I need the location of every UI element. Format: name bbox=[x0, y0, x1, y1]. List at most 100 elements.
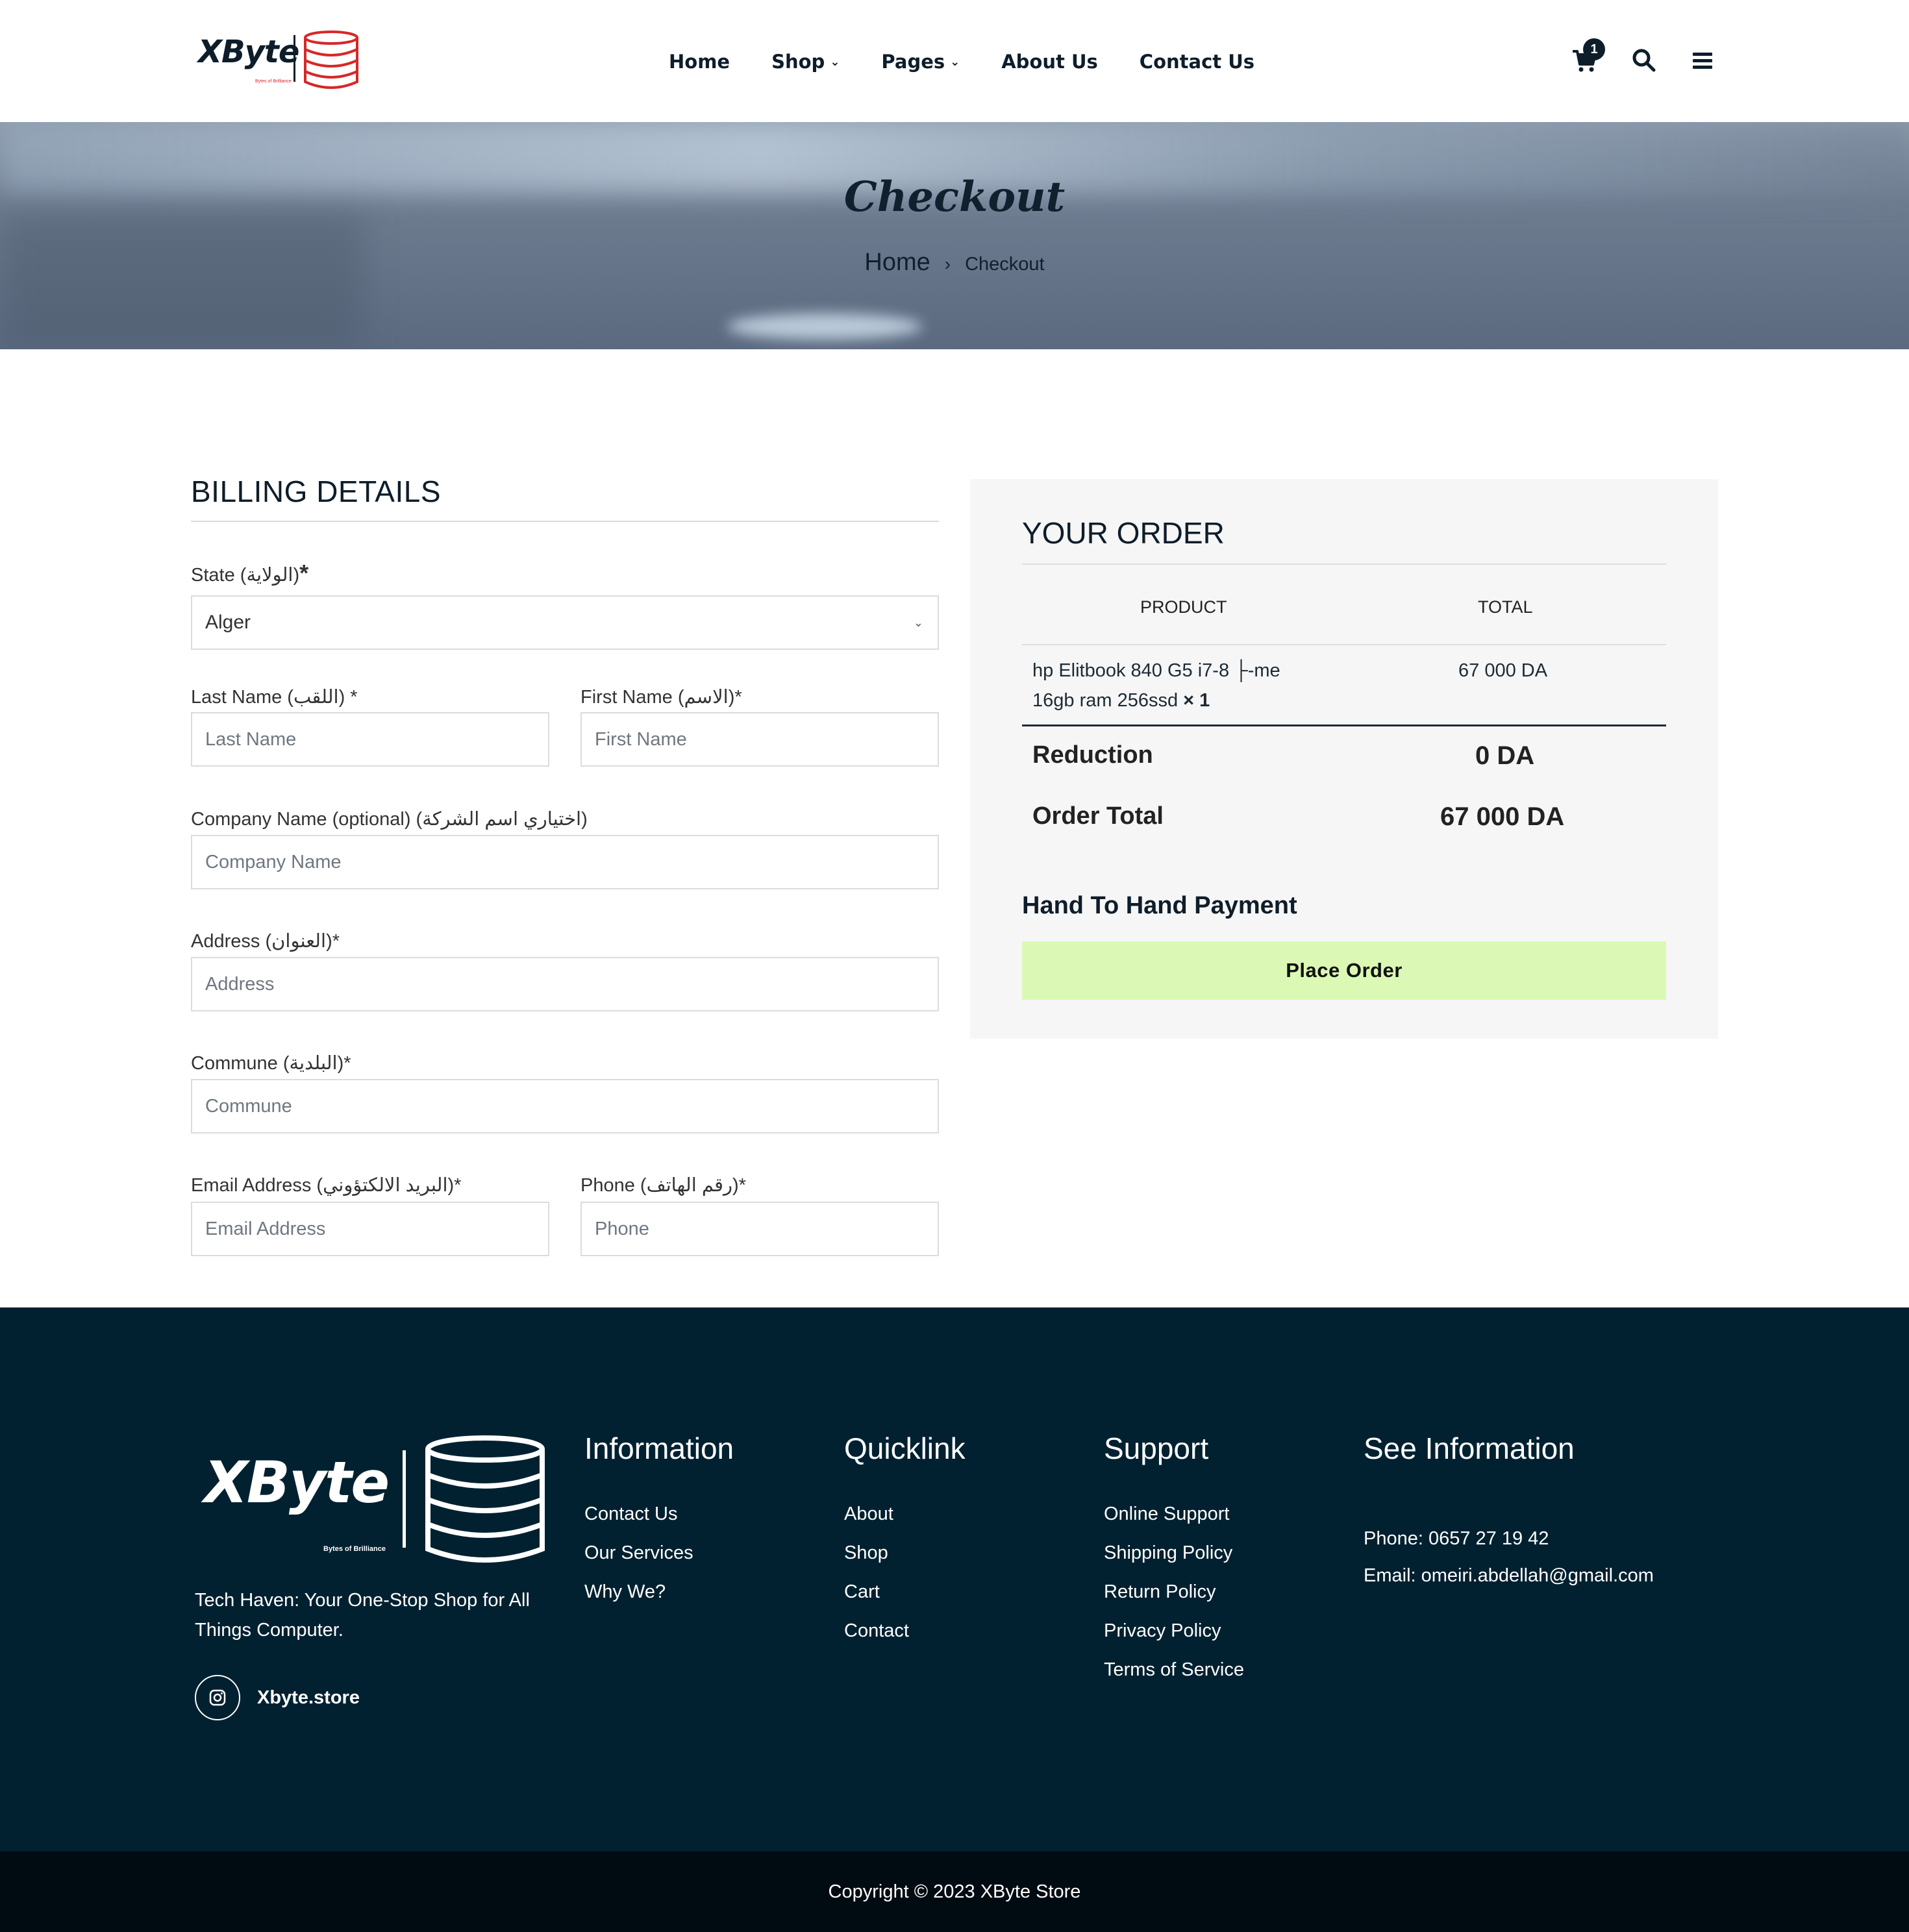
state-label: State (الولاية)* bbox=[191, 560, 309, 586]
main-nav: Home Shop ⌄ Pages ⌄ About Us Contact Us bbox=[669, 45, 1296, 78]
footer-logo-divider bbox=[403, 1450, 406, 1548]
last-name-field[interactable]: Last Name bbox=[191, 712, 549, 767]
footer-link-shipping-policy[interactable]: Shipping Policy bbox=[1104, 1533, 1244, 1572]
footer-link-privacy-policy[interactable]: Privacy Policy bbox=[1104, 1611, 1244, 1650]
footer-link-why-we[interactable]: Why We? bbox=[584, 1572, 734, 1611]
footer-link-contact-us[interactable]: Contact Us bbox=[584, 1494, 734, 1533]
breadcrumb: Home › Checkout bbox=[0, 249, 1909, 277]
cart-button[interactable]: 1 bbox=[1571, 38, 1605, 76]
billing-details-form: BILLING DETAILS bbox=[191, 474, 939, 522]
footer-link-online-support[interactable]: Online Support bbox=[1104, 1494, 1244, 1533]
address-label: Address (العنوان)* bbox=[191, 931, 340, 952]
reduction-label: Reduction bbox=[1032, 741, 1153, 769]
required-mark: * bbox=[299, 560, 309, 586]
nav-pages[interactable]: Pages ⌄ bbox=[881, 45, 960, 78]
divider bbox=[1022, 724, 1666, 726]
search-button[interactable] bbox=[1631, 47, 1660, 76]
footer-logo[interactable]: XByte Bytes of Brilliance bbox=[204, 1435, 555, 1571]
site-footer: XByte Bytes of Brilliance Tech Haven: Yo… bbox=[0, 1307, 1909, 1852]
breadcrumb-home-link[interactable]: Home bbox=[864, 249, 930, 277]
nav-about-label: About Us bbox=[1001, 51, 1098, 73]
hero-background-highlight bbox=[727, 314, 922, 340]
footer-description: Tech Haven: Your One-Stop Shop for All T… bbox=[195, 1590, 530, 1641]
nav-contact-label: Contact Us bbox=[1139, 51, 1255, 73]
footer-link-terms-of-service[interactable]: Terms of Service bbox=[1104, 1650, 1244, 1689]
copyright-text: Copyright © 2023 XByte Store bbox=[828, 1881, 1081, 1902]
company-label: Company Name (optional) (اختياري اسم الش… bbox=[191, 809, 588, 830]
order-item-total: 67 000 DA bbox=[1458, 660, 1548, 681]
reduction-value: 0 DA bbox=[1475, 741, 1535, 770]
place-order-button[interactable]: Place Order bbox=[1022, 941, 1666, 1000]
copyright-bar: Copyright © 2023 XByte Store bbox=[0, 1852, 1909, 1932]
footer-support-title: Support bbox=[1104, 1431, 1209, 1465]
site-logo[interactable]: XByte Bytes of Brilliance bbox=[198, 29, 360, 93]
instagram-button[interactable] bbox=[195, 1675, 240, 1720]
cart-count-badge: 1 bbox=[1583, 38, 1605, 60]
footer-link-contact[interactable]: Contact bbox=[844, 1611, 966, 1650]
footer-logo-tagline: Bytes of Brilliance bbox=[323, 1545, 386, 1553]
first-name-field[interactable]: First Name bbox=[580, 712, 939, 767]
footer-email: Email: omeiri.abdellah@gmail.com bbox=[1364, 1565, 1654, 1586]
logo-text: XByte bbox=[198, 34, 299, 70]
footer-link-shop[interactable]: Shop bbox=[844, 1533, 966, 1572]
phone-field[interactable]: Phone bbox=[580, 1202, 939, 1256]
chevron-down-icon: ⌄ bbox=[830, 55, 840, 69]
billing-title: BILLING DETAILS bbox=[191, 475, 442, 508]
social-handle[interactable]: Xbyte.store bbox=[257, 1687, 360, 1709]
nav-about[interactable]: About Us bbox=[1001, 45, 1098, 78]
footer-see-information-title: See Information bbox=[1364, 1431, 1575, 1465]
page-title: Checkout bbox=[843, 173, 1066, 221]
database-logo-icon bbox=[304, 31, 358, 89]
breadcrumb-separator-icon: › bbox=[944, 254, 951, 274]
order-total-label: Order Total bbox=[1032, 802, 1164, 830]
search-icon bbox=[1632, 49, 1656, 72]
breadcrumb-current: Checkout bbox=[965, 254, 1045, 275]
column-header-product: PRODUCT bbox=[1140, 597, 1227, 617]
order-total-value: 67 000 DA bbox=[1440, 802, 1565, 831]
footer-quicklink-column: Quicklink About Shop Cart Contact bbox=[844, 1431, 966, 1650]
email-field[interactable]: Email Address bbox=[191, 1202, 549, 1256]
footer-information-title: Information bbox=[584, 1431, 734, 1465]
company-name-field[interactable]: Company Name bbox=[191, 835, 939, 889]
footer-quicklink-title: Quicklink bbox=[844, 1431, 966, 1465]
nav-home-label: Home bbox=[669, 51, 730, 73]
order-title: YOUR ORDER bbox=[1022, 516, 1225, 550]
hero-background-shade bbox=[0, 213, 364, 349]
state-select-value: Alger bbox=[205, 612, 251, 633]
footer-phone: Phone: 0657 27 19 42 bbox=[1364, 1528, 1549, 1549]
footer-link-return-policy[interactable]: Return Policy bbox=[1104, 1572, 1244, 1611]
menu-icon bbox=[1693, 53, 1712, 69]
nav-shop-label: Shop bbox=[771, 51, 825, 73]
logo-divider bbox=[293, 35, 295, 82]
instagram-icon bbox=[209, 1689, 226, 1706]
divider bbox=[1022, 644, 1666, 645]
nav-home[interactable]: Home bbox=[669, 45, 730, 78]
commune-field[interactable]: Commune bbox=[191, 1079, 939, 1133]
first-name-label: First Name (الاسم)* bbox=[580, 687, 742, 708]
order-item-line1: hp Elitbook 840 G5 i7-8 ├-me bbox=[1032, 660, 1280, 681]
header-actions: 1 bbox=[1571, 38, 1717, 84]
footer-link-cart[interactable]: Cart bbox=[844, 1572, 966, 1611]
page-hero-banner: Checkout Home › Checkout bbox=[0, 122, 1909, 349]
order-item-name: hp Elitbook 840 G5 i7-8 ├-me 16gb ram 25… bbox=[1032, 656, 1357, 715]
divider bbox=[1022, 564, 1666, 565]
commune-label: Commune (البلدية)* bbox=[191, 1053, 351, 1074]
order-summary: YOUR ORDER PRODUCT TOTAL hp Elitbook 840… bbox=[970, 479, 1718, 1039]
nav-shop[interactable]: Shop ⌄ bbox=[771, 45, 840, 78]
nav-pages-label: Pages bbox=[881, 51, 945, 73]
footer-logo-text: XByte bbox=[204, 1449, 390, 1516]
address-field[interactable]: Address bbox=[191, 957, 939, 1011]
footer-link-our-services[interactable]: Our Services bbox=[584, 1533, 734, 1572]
chevron-down-icon: ⌄ bbox=[950, 55, 960, 69]
nav-contact[interactable]: Contact Us bbox=[1140, 45, 1254, 78]
order-item-line2: 16gb ram 256ssd bbox=[1032, 690, 1179, 711]
state-select[interactable]: Alger ⌄ bbox=[191, 595, 939, 650]
order-item-qty: × 1 bbox=[1183, 690, 1210, 711]
menu-button[interactable] bbox=[1691, 49, 1717, 75]
column-header-total: TOTAL bbox=[1478, 597, 1533, 617]
site-header: XByte Bytes of Brilliance Home Shop ⌄ Pag… bbox=[0, 0, 1909, 122]
payment-method: Hand To Hand Payment bbox=[1022, 892, 1297, 919]
phone-label: Phone (رقم الهاتف)* bbox=[580, 1175, 746, 1196]
footer-link-about[interactable]: About bbox=[844, 1494, 966, 1533]
divider bbox=[191, 521, 939, 522]
